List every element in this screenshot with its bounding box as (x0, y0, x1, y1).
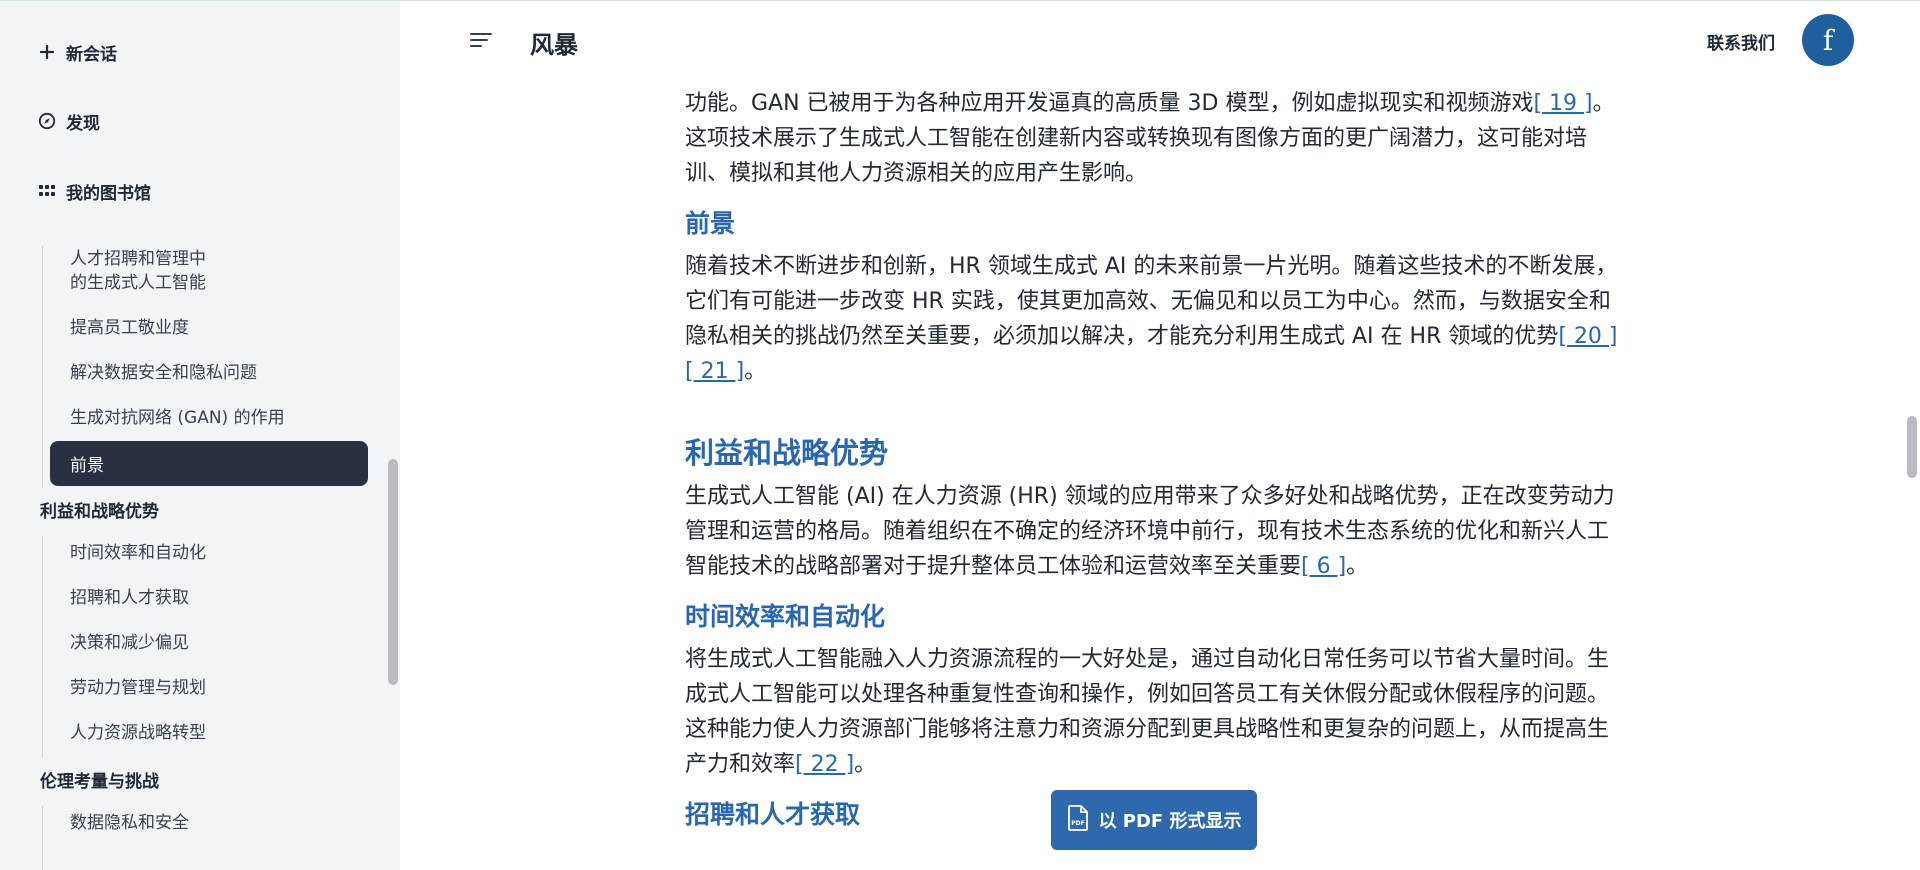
intro-paragraph: 功能。GAN 已被用于为各种应用开发逼真的高质量 3D 模型，例如虚拟现实和视频… (685, 91, 1615, 186)
citation-link[interactable]: [ 20 ] (1558, 324, 1617, 349)
sidebar-scrollbar[interactable] (388, 459, 398, 685)
heading-time-efficiency: 时间效率和自动化 (685, 602, 886, 631)
citation-link[interactable]: [ 6 ] (1301, 554, 1346, 579)
toc-item[interactable]: 决策和减少偏见 (70, 631, 189, 655)
svg-text:PDF: PDF (1071, 820, 1084, 827)
citation-link[interactable]: [ 21 ] (685, 359, 744, 384)
pdf-file-icon: PDF (1067, 804, 1089, 836)
citation-link[interactable]: [ 22 ] (795, 752, 854, 777)
pdf-button-label: 以 PDF 形式显示 (1098, 811, 1242, 832)
toc-item[interactable]: 劳动力管理与规划 (70, 676, 206, 700)
benefits-paragraph: 生成式人工智能 (AI) 在人力资源 (HR) 领域的应用带来了众多好处和战略优… (685, 484, 1615, 579)
new-chat-label: 新会话 (66, 44, 117, 65)
toc-guide-line (42, 806, 43, 870)
page-title: 风暴 (530, 31, 578, 59)
toc-item[interactable]: 数据隐私和安全 (70, 811, 189, 835)
sidebar: 新会话 发现 我的图书馆 人才招聘和管理中 的生成式人工智能 提高员工敬业度 解… (0, 1, 400, 870)
avatar[interactable]: f (1802, 14, 1854, 66)
toc-section-benefits[interactable]: 利益和战略优势 (40, 497, 159, 522)
toc-item[interactable]: 人才招聘和管理中 的生成式人工智能 (70, 247, 206, 295)
library-label: 我的图书馆 (66, 183, 151, 204)
heading-benefits: 利益和战略优势 (685, 436, 889, 470)
compass-icon (38, 112, 56, 130)
grid-icon (38, 182, 56, 200)
plus-icon (38, 43, 56, 61)
citation-link[interactable]: [ 19 ] (1533, 91, 1592, 116)
menu-icon[interactable] (470, 31, 492, 49)
prospect-paragraph: 随着技术不断进步和创新，HR 领域生成式 AI 的未来前景一片光明。随着这些技术… (685, 254, 1618, 384)
toc-item[interactable]: 解决数据安全和隐私问题 (70, 361, 257, 385)
toc-item[interactable]: 时间效率和自动化 (70, 541, 206, 565)
toc-item[interactable]: 人力资源战略转型 (70, 721, 206, 745)
discover-label: 发现 (66, 113, 100, 134)
main-scrollbar[interactable] (1907, 416, 1917, 478)
toc-section-ethics[interactable]: 伦理考量与挑战 (40, 767, 159, 792)
contact-us-link[interactable]: 联系我们 (1707, 29, 1775, 54)
article-content: 功能。GAN 已被用于为各种应用开发逼真的高质量 3D 模型，例如虚拟现实和视频… (685, 86, 1625, 840)
toc-guide-line (42, 536, 43, 758)
toc-item-active[interactable]: 前景 (50, 441, 368, 486)
toc-guide-line (42, 246, 43, 488)
heading-prospect: 前景 (685, 209, 736, 238)
discover-button[interactable]: 发现 (38, 106, 100, 136)
toc-item[interactable]: 招聘和人才获取 (70, 586, 189, 610)
new-chat-button[interactable]: 新会话 (38, 37, 117, 67)
toc-item[interactable]: 提高员工敬业度 (70, 316, 189, 340)
show-as-pdf-button[interactable]: PDF 以 PDF 形式显示 (1051, 790, 1257, 850)
library-button[interactable]: 我的图书馆 (38, 176, 151, 206)
toc-item[interactable]: 生成对抗网络 (GAN) 的作用 (70, 406, 285, 430)
time-paragraph: 将生成式人工智能融入人力资源流程的一大好处是，通过自动化日常任务可以节省大量时间… (685, 647, 1610, 777)
